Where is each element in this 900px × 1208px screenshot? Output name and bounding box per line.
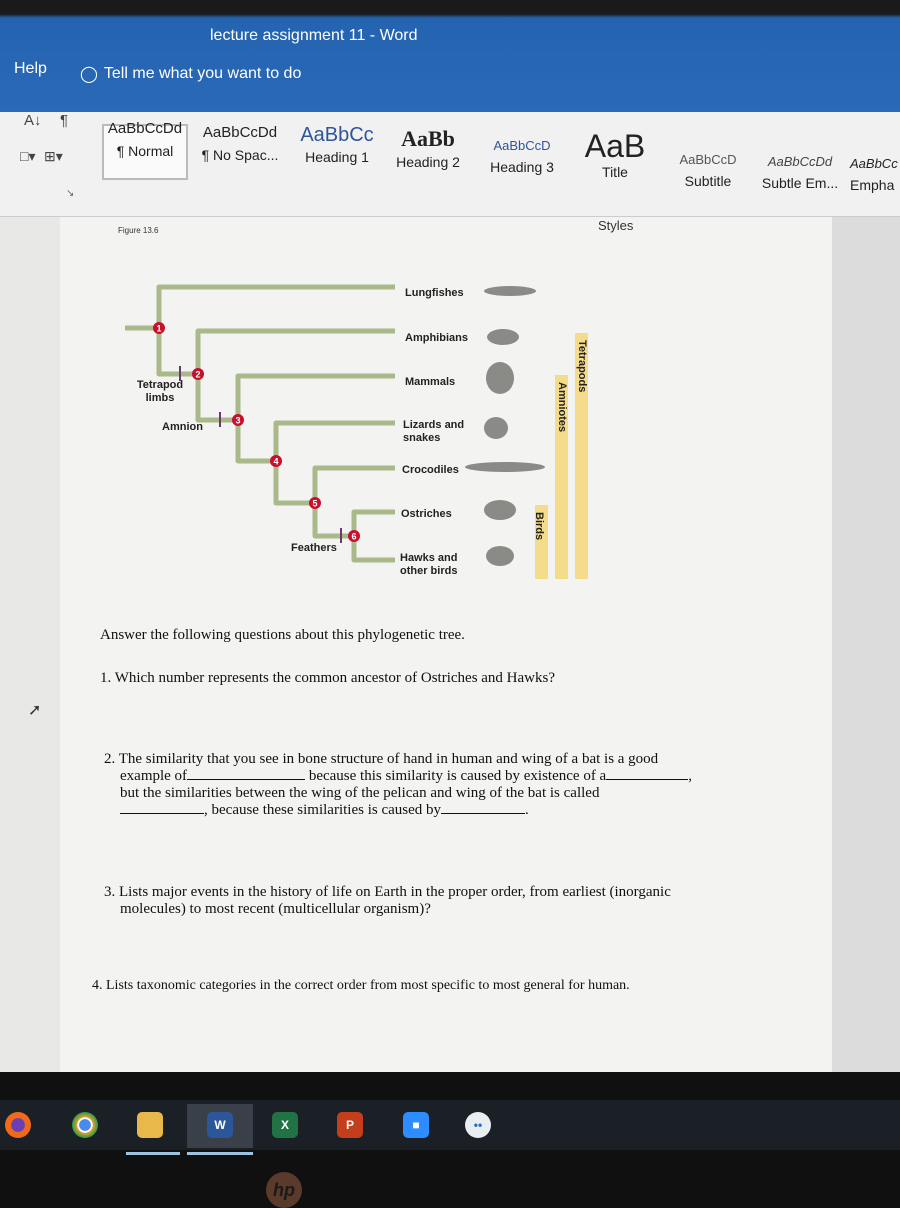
hawk-image [486,546,514,566]
q3-line: molecules) to most recent (multicellular… [120,901,431,917]
answer-blank[interactable] [606,768,689,780]
crocodile-image [465,462,545,472]
node-1: 1 [153,322,165,334]
hp-logo: hp [266,1172,302,1208]
node-number: 5 [312,499,317,509]
node-number: 4 [273,457,278,467]
answer-blank[interactable] [187,768,306,780]
chrome-icon[interactable] [72,1112,98,1138]
ostrich-image [484,500,516,520]
question-1: 1. Which number represents the common an… [100,670,556,686]
lungfish-image [484,286,536,296]
node-6: 6 [348,530,360,542]
node-5: 5 [309,497,321,509]
node-number: 1 [156,324,161,334]
answer-blank[interactable] [441,802,526,814]
app-icon[interactable]: •• [465,1112,491,1138]
zoom-icon[interactable]: ■ [403,1112,429,1138]
taxon-label: Amphibians [405,332,468,344]
trait-label: Amnion [162,421,203,433]
excel-icon[interactable]: X [272,1112,298,1138]
clade-label: Amniotes [556,382,568,433]
running-indicator [187,1152,253,1155]
node-2: 2 [192,368,204,380]
clade-label: Tetrapods [576,340,588,393]
trait-label: Feathers [291,542,337,554]
node-number: 3 [235,416,240,426]
question-3: 3. Lists major events in the history of … [104,884,671,918]
questions-intro: Answer the following questions about thi… [100,627,465,643]
frog-image [487,329,519,345]
q2-line: 2. The similarity that you see in bone s… [104,751,659,767]
clade-label: Birds [533,512,545,541]
q2-line: but the similarities between the wing of… [120,785,600,801]
wolf-image [486,362,514,394]
taxon-label: Mammals [405,376,456,388]
firefox-icon[interactable] [5,1112,31,1138]
word-icon[interactable]: W [207,1112,233,1138]
taskbar [0,1100,900,1150]
question-2: 2. The similarity that you see in bone s… [104,751,692,819]
node-number: 6 [351,532,356,542]
trait-label: Tetrapod limbs [136,379,184,404]
node-3: 3 [232,414,244,426]
powerpoint-icon[interactable]: P [337,1112,363,1138]
running-indicator [126,1152,180,1155]
q2-line: , because these similarities is caused b… [104,802,692,819]
taxon-label: Lungfishes [405,287,464,299]
taxon-label: Crocodiles [402,464,459,476]
node-number: 2 [195,370,200,380]
taxon-label: Hawks and other birds [400,552,458,577]
answer-blank[interactable] [120,802,204,814]
q2-line: example of because this similarity is ca… [120,768,692,784]
taxon-label: Ostriches [401,508,452,520]
phylogenetic-tree: 1 2 3 4 5 6 [125,284,588,579]
question-4: 4. Lists taxonomic categories in the cor… [92,978,630,993]
taxon-label: Lizards and snakes [403,419,465,444]
file-explorer-icon[interactable] [137,1112,163,1138]
node-4: 4 [270,455,282,467]
snake-image [484,417,508,439]
q3-line: 3. Lists major events in the history of … [104,884,671,900]
